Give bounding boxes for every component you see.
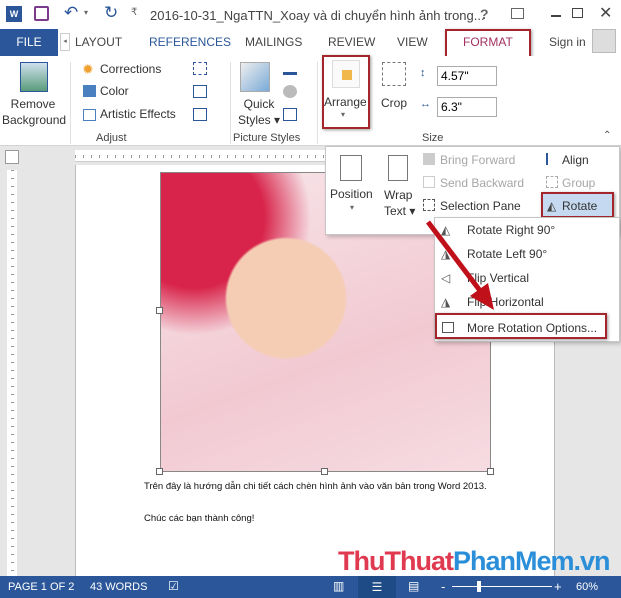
proofing-icon[interactable]: ☑ [168, 579, 179, 593]
annotation-arrow [426, 220, 494, 310]
zoom-in-button[interactable]: + [554, 579, 562, 594]
word-count[interactable]: 43 WORDS [90, 581, 147, 593]
zoom-level[interactable]: 60% [576, 581, 598, 593]
status-bar: PAGE 1 OF 2 43 WORDS ☑ ▥ ☰ ▤ - + 60% [0, 576, 621, 598]
zoom-out-button[interactable]: - [441, 579, 445, 594]
print-layout-icon[interactable]: ☰ [358, 576, 396, 598]
zoom-slider-thumb[interactable] [477, 581, 481, 592]
zoom-slider[interactable] [452, 586, 552, 587]
page-count[interactable]: PAGE 1 OF 2 [8, 581, 74, 593]
read-mode-icon[interactable]: ▥ [333, 579, 344, 593]
web-layout-icon[interactable]: ▤ [408, 579, 419, 593]
